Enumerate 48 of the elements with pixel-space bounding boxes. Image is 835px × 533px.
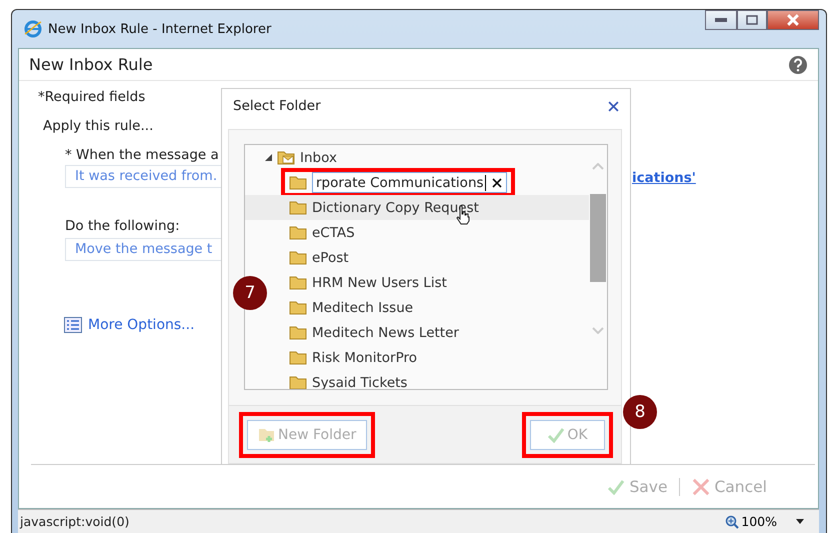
expand-arrow-icon[interactable] xyxy=(265,154,272,161)
folder-icon xyxy=(289,250,307,265)
tree-item[interactable]: Meditech News Letter xyxy=(312,324,459,340)
tree-item[interactable]: HRM New Users List xyxy=(312,274,447,290)
tree-item[interactable]: Risk MonitorPro xyxy=(312,350,418,366)
condition-label: * When the message a xyxy=(65,147,219,163)
folder-icon xyxy=(289,375,307,389)
help-icon[interactable] xyxy=(788,54,808,74)
section-label: Apply this rule... xyxy=(43,118,154,134)
maximize-icon xyxy=(746,15,758,25)
cross-icon xyxy=(692,478,710,496)
maximize-button[interactable] xyxy=(737,10,767,30)
tree-item[interactable]: eCTAS xyxy=(312,224,355,240)
mail-folder-icon xyxy=(277,150,295,165)
folder-icon xyxy=(289,325,307,340)
tree-item[interactable]: Inbox xyxy=(300,150,337,166)
dialog-title: Select Folder xyxy=(233,98,321,114)
caret-icon[interactable] xyxy=(795,518,805,524)
close-icon xyxy=(608,100,619,112)
check-icon xyxy=(607,478,626,494)
tree-item[interactable]: Sysaid Tickets xyxy=(312,374,408,389)
list-icon xyxy=(64,317,82,333)
folder-icon xyxy=(289,275,307,290)
clear-icon xyxy=(492,178,502,188)
close-icon xyxy=(787,14,799,26)
folder-icon xyxy=(289,175,307,190)
close-button[interactable] xyxy=(767,10,819,30)
folder-icon xyxy=(289,225,307,240)
minimize-icon xyxy=(715,18,727,22)
folder-icon xyxy=(289,300,307,315)
status-text: javascript:void(0) xyxy=(20,514,130,529)
action-label: Do the following: xyxy=(65,218,180,234)
folder-icon xyxy=(289,350,307,365)
browser-logo-icon xyxy=(24,20,42,38)
zoom-icon xyxy=(725,514,740,528)
new-folder-icon xyxy=(258,426,276,442)
page-title: New Inbox Rule xyxy=(29,55,153,74)
folder-name-field[interactable]: rporate Communications xyxy=(312,172,507,193)
tree-item[interactable]: Meditech Issue xyxy=(312,300,414,316)
window-title: New Inbox Rule - Internet Explorer xyxy=(48,22,272,36)
folder-icon xyxy=(289,200,307,215)
required-note: *Required fields xyxy=(38,89,146,105)
tree-item[interactable]: ePost xyxy=(312,250,349,266)
zoom-level[interactable]: 100% xyxy=(725,514,777,529)
more-options-link[interactable]: More Options... xyxy=(64,317,195,333)
minimize-button[interactable] xyxy=(705,10,737,30)
check-icon xyxy=(547,426,566,442)
condition-link[interactable]: ications' xyxy=(632,170,696,188)
